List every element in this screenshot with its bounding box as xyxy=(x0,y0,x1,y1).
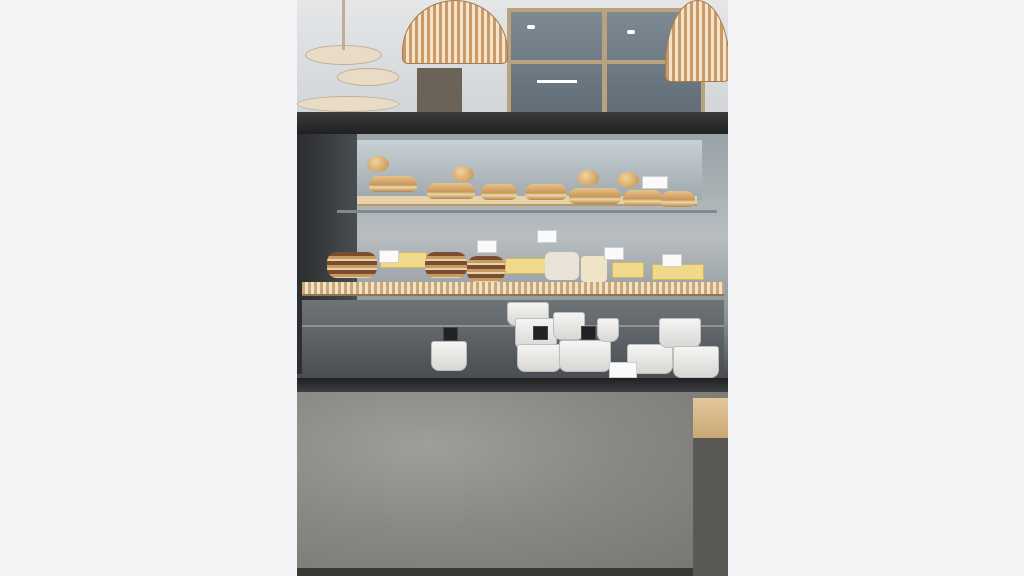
ceiling-light xyxy=(627,30,635,34)
tiered-stand xyxy=(337,68,399,86)
salad-tub xyxy=(431,341,467,371)
salad-tub xyxy=(659,318,701,348)
shelf-glass-divider xyxy=(337,210,717,213)
salad-tub xyxy=(517,344,561,372)
loaf-cake xyxy=(327,252,377,278)
ceiling-light xyxy=(537,80,577,83)
sandwich xyxy=(623,190,663,206)
sandwich xyxy=(481,184,517,200)
sandwich xyxy=(369,176,417,192)
price-tag-icon xyxy=(642,176,668,189)
case-bottom-frame xyxy=(297,378,728,392)
sandwich-roll xyxy=(367,156,389,172)
counter-base xyxy=(297,568,728,576)
sandwich xyxy=(661,191,695,207)
salad-tub xyxy=(597,318,619,342)
price-tag-icon xyxy=(537,230,557,243)
price-tag-icon xyxy=(477,240,497,253)
salad-tub xyxy=(559,340,611,372)
concrete-counter xyxy=(297,392,728,576)
price-tag-icon xyxy=(443,327,458,341)
wooden-counter-edge xyxy=(693,398,728,438)
case-top-frame xyxy=(297,112,728,134)
ceiling-light xyxy=(527,25,535,29)
sandwich-roll xyxy=(617,172,639,188)
sandwich-roll xyxy=(577,170,599,186)
loaf-cake xyxy=(425,252,467,278)
sponge-cake xyxy=(612,262,644,278)
price-tag-icon xyxy=(609,362,637,378)
salad-tub xyxy=(673,346,719,378)
loaf-cake xyxy=(467,256,505,282)
price-tag-icon xyxy=(379,250,399,263)
middle-shelf-rack xyxy=(302,282,724,296)
tiered-stand xyxy=(297,96,399,112)
price-tag-icon xyxy=(662,254,682,267)
stand-pole xyxy=(342,0,345,50)
sandwich-roll xyxy=(452,166,474,182)
bakery-display-photo xyxy=(297,0,728,576)
sandwich xyxy=(427,183,475,199)
sandwich xyxy=(525,184,567,200)
price-tag-icon xyxy=(533,326,548,340)
sandwich xyxy=(569,188,621,204)
side-panel xyxy=(693,438,728,576)
price-tag-icon xyxy=(581,326,596,340)
price-tag-icon xyxy=(604,247,624,260)
wrapped-cake xyxy=(545,252,579,280)
sponge-cake xyxy=(505,258,549,274)
